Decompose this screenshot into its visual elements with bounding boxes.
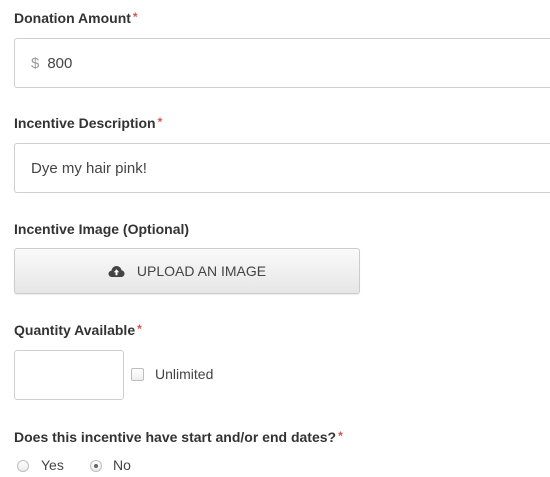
unlimited-checkbox[interactable]	[131, 368, 144, 381]
required-marker: *	[132, 10, 138, 24]
upload-image-button[interactable]: UPLOAD AN IMAGE	[14, 248, 360, 294]
quantity-available-label-text: Quantity Available	[14, 322, 136, 338]
incentive-description-label: Incentive Description *	[14, 115, 162, 131]
quantity-available-label: Quantity Available *	[14, 322, 142, 338]
donation-amount-label: Donation Amount *	[14, 10, 138, 26]
donation-amount-value: 800	[47, 54, 73, 72]
dates-no-radio[interactable]	[90, 460, 102, 472]
incentive-description-input[interactable]: Dye my hair pink!	[14, 143, 550, 193]
unlimited-label[interactable]: Unlimited	[155, 366, 213, 382]
incentive-description-label-text: Incentive Description	[14, 115, 156, 131]
required-marker: *	[157, 115, 163, 129]
incentive-image-label: Incentive Image (Optional)	[14, 221, 190, 237]
incentive-form: Donation Amount * $ 800 Incentive Descrip…	[0, 0, 550, 477]
cloud-upload-icon	[108, 265, 125, 277]
required-marker: *	[137, 322, 142, 336]
dates-no-label[interactable]: No	[113, 457, 131, 473]
dates-yes-radio[interactable]	[17, 460, 29, 472]
donation-amount-input[interactable]: $ 800	[14, 38, 550, 88]
dates-yes-label[interactable]: Yes	[41, 457, 64, 473]
incentive-description-value: Dye my hair pink!	[31, 159, 147, 177]
dates-question-label: Does this incentive have start and/or en…	[14, 429, 343, 445]
donation-amount-label-text: Donation Amount	[14, 10, 131, 26]
quantity-input[interactable]	[14, 350, 124, 400]
required-marker: *	[338, 429, 343, 443]
dates-question-label-text: Does this incentive have start and/or en…	[14, 429, 337, 445]
currency-symbol: $	[31, 54, 40, 72]
upload-image-button-label: UPLOAD AN IMAGE	[136, 263, 267, 279]
